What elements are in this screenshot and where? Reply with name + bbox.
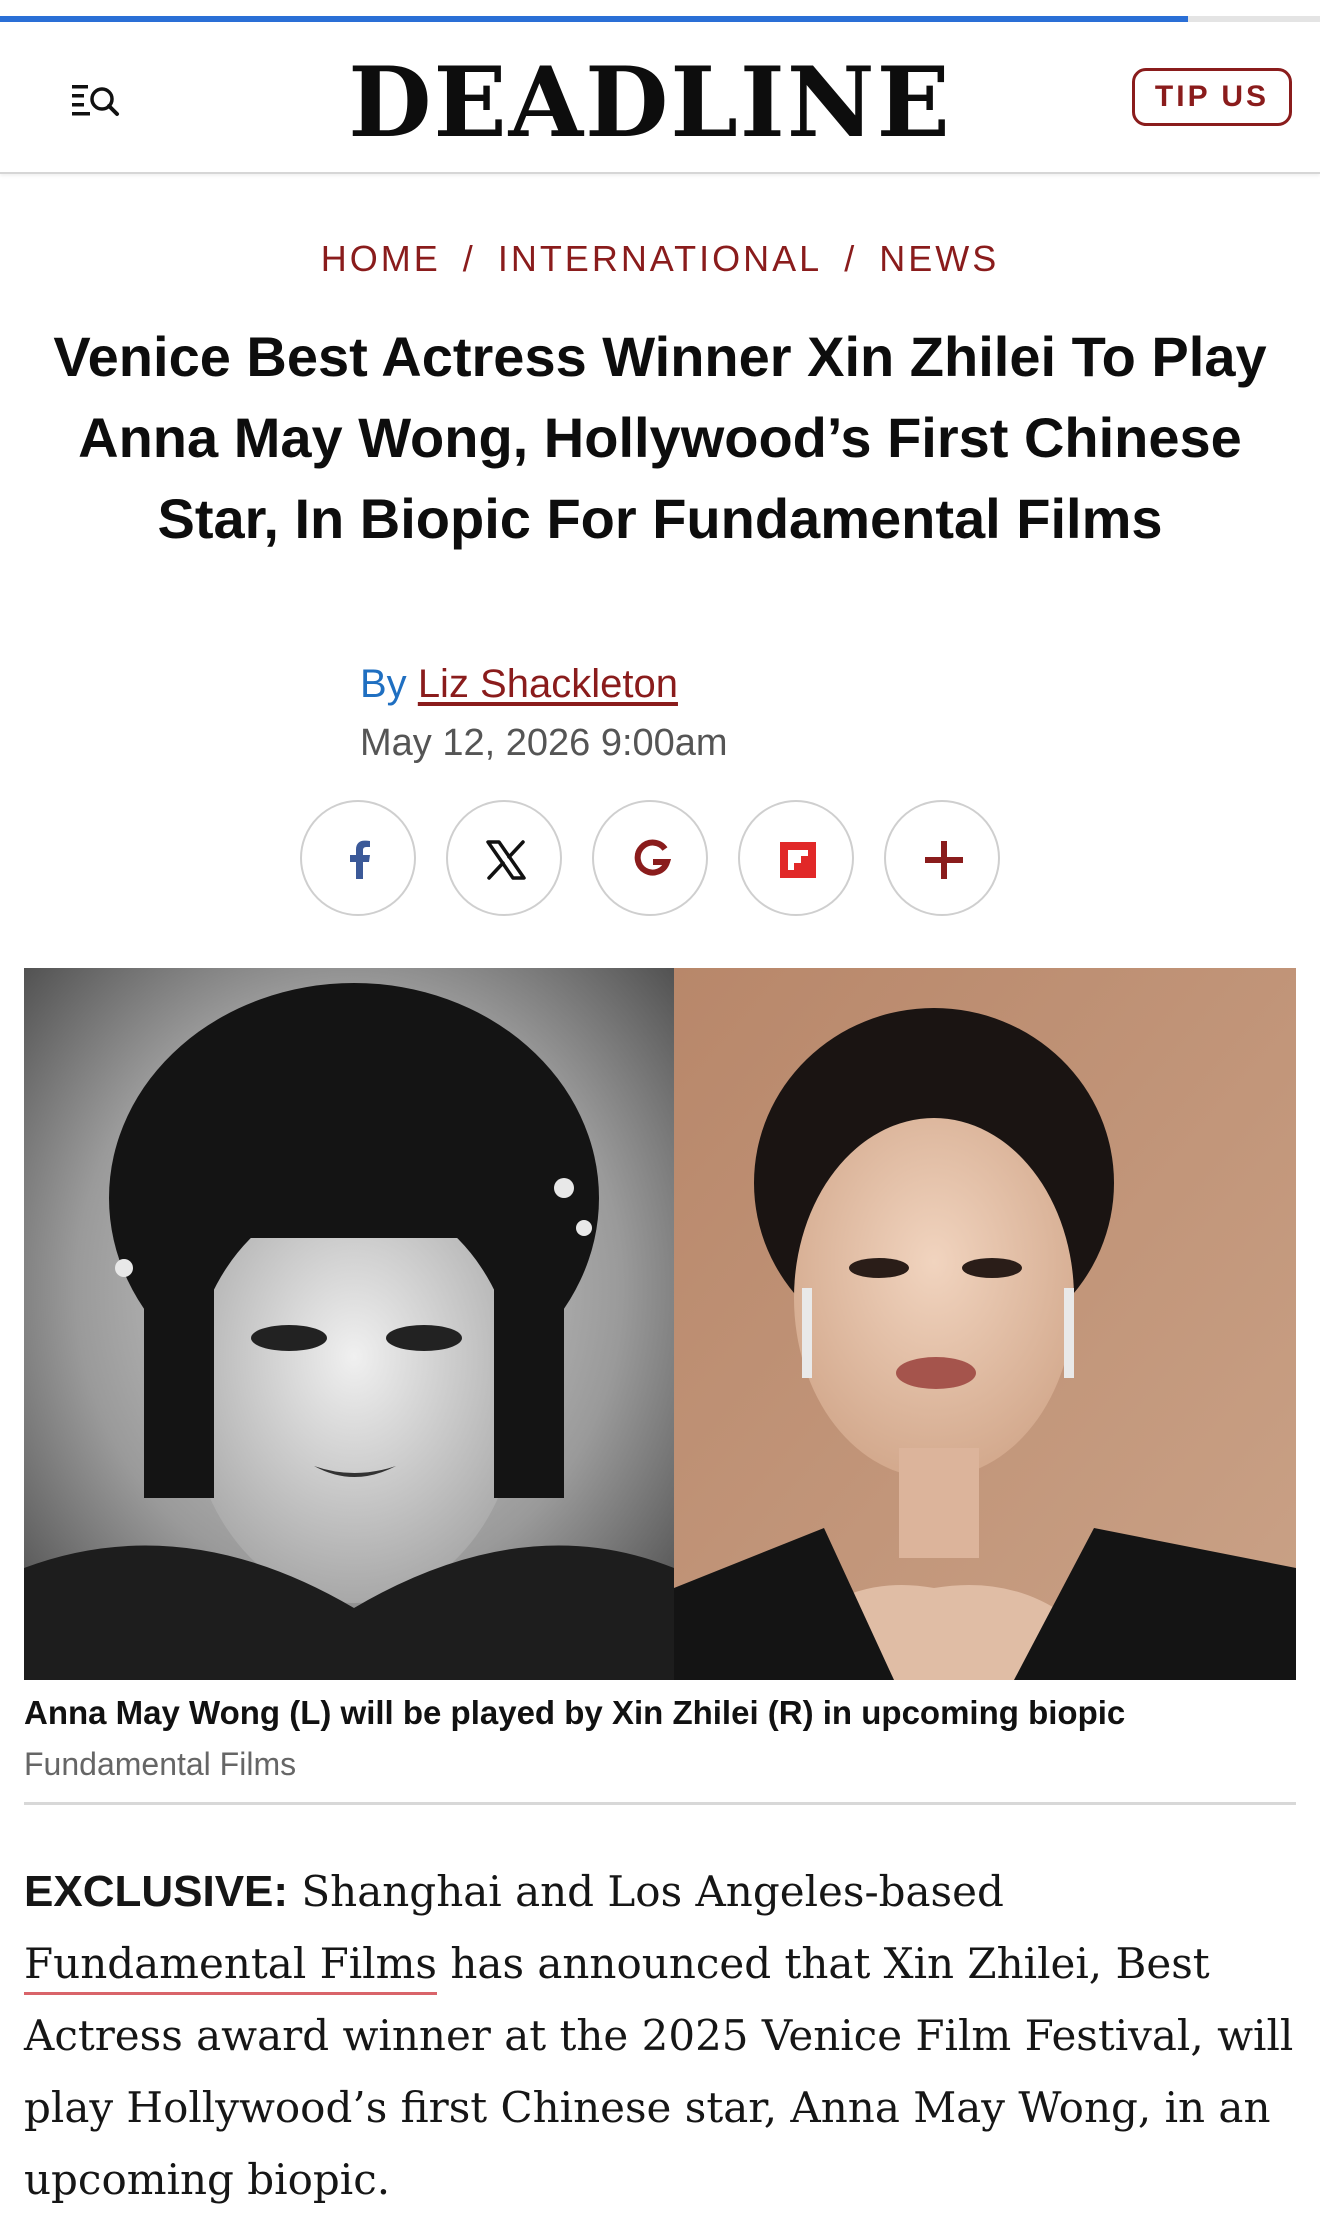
- share-more-button[interactable]: [884, 800, 1000, 916]
- share-bar: [300, 800, 1000, 920]
- breadcrumb-separator: /: [462, 238, 476, 279]
- article-headline: Venice Best Actress Winner Xin Zhilei To…: [53, 325, 1267, 550]
- portrait-photo-left: [24, 968, 674, 1680]
- plus-icon: [925, 841, 963, 879]
- site-header: DEADLINE TIP US: [0, 22, 1320, 174]
- share-google-button[interactable]: [592, 800, 708, 916]
- image-caption: Anna May Wong (L) will be played by Xin …: [24, 1694, 1126, 1731]
- tip-us-button[interactable]: TIP US: [1132, 68, 1292, 126]
- share-facebook-button[interactable]: [300, 800, 416, 916]
- google-icon: [634, 839, 672, 876]
- breadcrumb-international[interactable]: INTERNATIONAL: [498, 238, 822, 279]
- byline-prefix: By: [360, 662, 407, 706]
- caption-divider: [24, 1802, 1296, 1805]
- facebook-icon: [350, 840, 370, 879]
- exclusive-label: EXCLUSIVE:: [24, 1867, 289, 1916]
- article-page: DEADLINE TIP US HOME / INTERNATIONAL / NEWS …: [0, 0, 1320, 2238]
- x-icon: [486, 840, 526, 880]
- site-logo[interactable]: DEADLINE: [340, 48, 960, 158]
- image-credit: Fundamental Films: [24, 1746, 297, 1782]
- share-x-button[interactable]: [446, 800, 562, 916]
- menu-search-button[interactable]: [70, 79, 122, 121]
- share-flipboard-button[interactable]: [738, 800, 854, 916]
- breadcrumb-home[interactable]: HOME: [321, 238, 441, 279]
- breadcrumb-news[interactable]: NEWS: [879, 238, 999, 279]
- author-link[interactable]: Liz Shackleton: [418, 662, 678, 706]
- flipboard-icon: [780, 842, 816, 878]
- menu-search-icon: [72, 85, 119, 116]
- byline: By Liz Shackleton: [360, 662, 678, 707]
- portrait-photo-right: [674, 968, 1296, 1680]
- fundamental-films-link[interactable]: Fundamental Films: [24, 1939, 437, 1988]
- hero-image: [24, 968, 1296, 1680]
- article-body-paragraph: EXCLUSIVE: Shanghai and Los Angeles-base…: [24, 1856, 1296, 2216]
- breadcrumb-separator: /: [844, 238, 858, 279]
- breadcrumb: HOME / INTERNATIONAL / NEWS: [0, 238, 1320, 280]
- publish-date: May 12, 2026 9:00am: [360, 722, 728, 764]
- body-text-segment: Shanghai and Los Angeles-based: [288, 1867, 1004, 1916]
